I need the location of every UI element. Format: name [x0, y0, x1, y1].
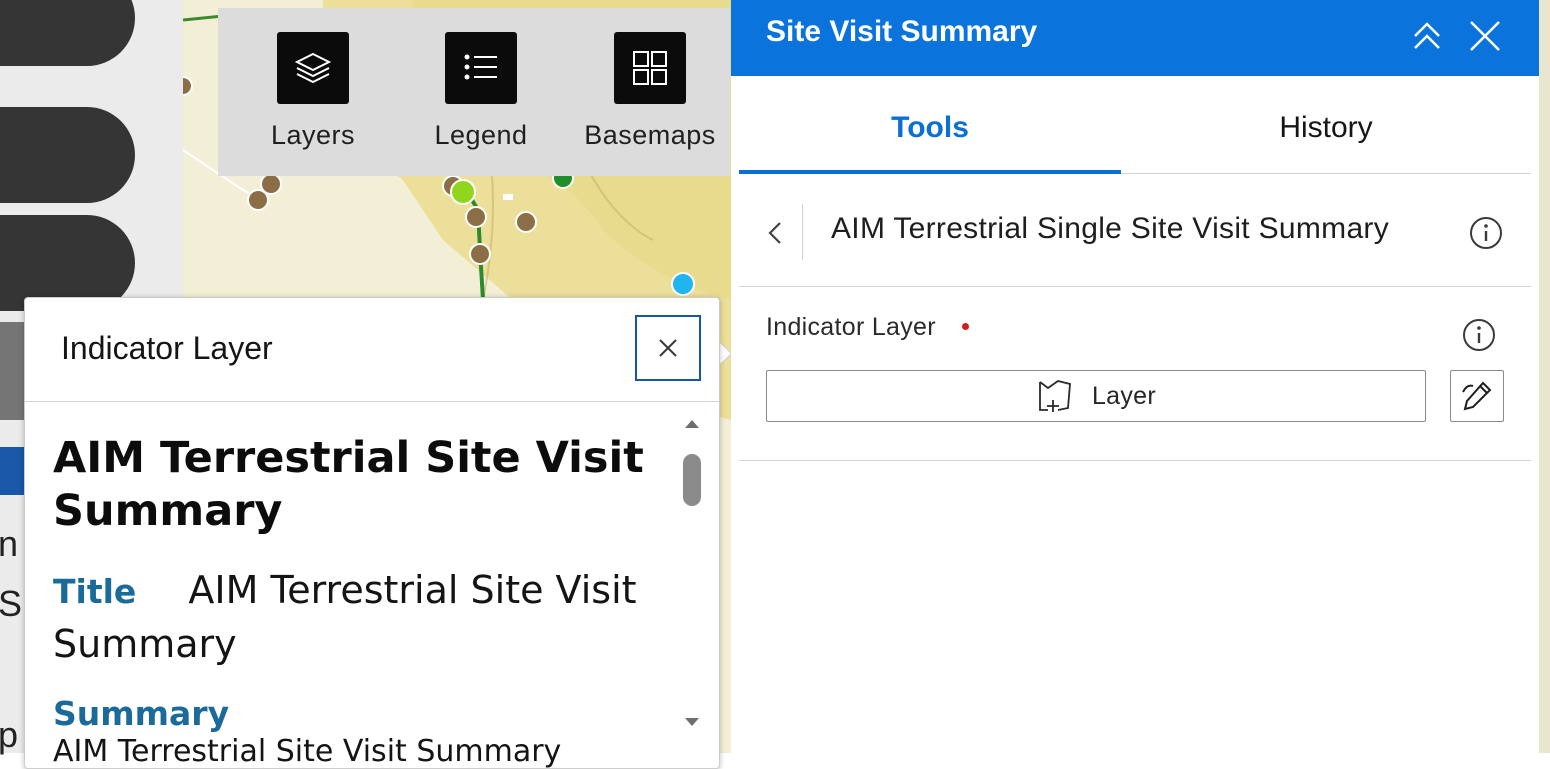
popup-content-heading: AIM Terrestrial Site Visit Summary [53, 433, 644, 536]
indicator-layer-label: Indicator Layer [766, 313, 936, 341]
layers-button[interactable]: Layers [243, 32, 383, 151]
rail-partial-text: n [0, 523, 19, 564]
basemaps-button[interactable]: Basemaps [580, 32, 720, 151]
rail-button-1[interactable] [0, 0, 135, 66]
close-icon [659, 339, 677, 357]
info-icon [1463, 319, 1495, 351]
back-button[interactable] [761, 213, 791, 253]
indicator-layer-popup: Indicator Layer AIM Terrestrial Site Vis… [24, 297, 720, 769]
legend-label: Legend [434, 120, 528, 150]
popup-scrollbar[interactable] [681, 414, 703, 732]
layers-label: Layers [270, 120, 356, 150]
draw-button[interactable] [1450, 370, 1504, 422]
summary-field-value: AIM Terrestrial Site Visit Summary [53, 734, 562, 768]
title-field-label: Title [53, 572, 137, 611]
select-layer-label: Layer [1091, 381, 1157, 410]
section-divider [739, 460, 1531, 461]
select-layer-button[interactable]: Layer [766, 370, 1426, 422]
panel-close-button[interactable] [1465, 16, 1505, 56]
popup-title: Indicator Layer [61, 330, 273, 366]
rail-partial-text: S [0, 583, 23, 624]
tool-name: AIM Terrestrial Single Site Visit Summar… [831, 212, 1390, 245]
rail-partial-text: p [0, 714, 19, 755]
close-icon [1470, 21, 1500, 51]
map-edge [1539, 0, 1550, 753]
panel-title: Site Visit Summary [766, 15, 1038, 48]
popup-body[interactable]: AIM Terrestrial Site Visit Summary Title… [25, 402, 719, 768]
tool-info-button[interactable] [1469, 216, 1503, 250]
summary-field-label: Summary [53, 694, 230, 733]
panel-header: Site Visit Summary [731, 0, 1539, 76]
title-field-row: Title AIM Terrestrial Site Visit Summary [53, 564, 663, 670]
double-chevron-up-icon [1414, 22, 1440, 49]
title-field-value: AIM Terrestrial Site Visit Summary [53, 568, 637, 666]
add-layer-icon [1039, 380, 1071, 412]
legend-list-icon [445, 32, 517, 104]
section-divider [739, 286, 1531, 287]
legend-button[interactable]: Legend [411, 32, 551, 151]
parameter-info-button[interactable] [1462, 318, 1496, 352]
collapse-button[interactable] [1407, 16, 1447, 56]
map-toolbar: Layers Legend Basemaps [218, 8, 730, 176]
required-indicator [962, 323, 969, 330]
tab-history[interactable]: History [1121, 76, 1531, 174]
back-divider [802, 204, 803, 260]
scrollbar-thumb[interactable] [683, 454, 701, 506]
site-visit-summary-panel: Site Visit Summary Tools History AIM Ter… [731, 0, 1539, 753]
layers-icon [277, 32, 349, 104]
pencil-draw-icon [1462, 381, 1492, 411]
popup-close-button[interactable] [635, 315, 701, 381]
basemap-grid-icon [614, 32, 686, 104]
basemaps-label: Basemaps [584, 120, 716, 150]
info-icon [1470, 217, 1502, 249]
chevron-left-icon [768, 222, 781, 244]
tab-tools[interactable]: Tools [739, 76, 1121, 174]
rail-button-2[interactable] [0, 107, 135, 203]
